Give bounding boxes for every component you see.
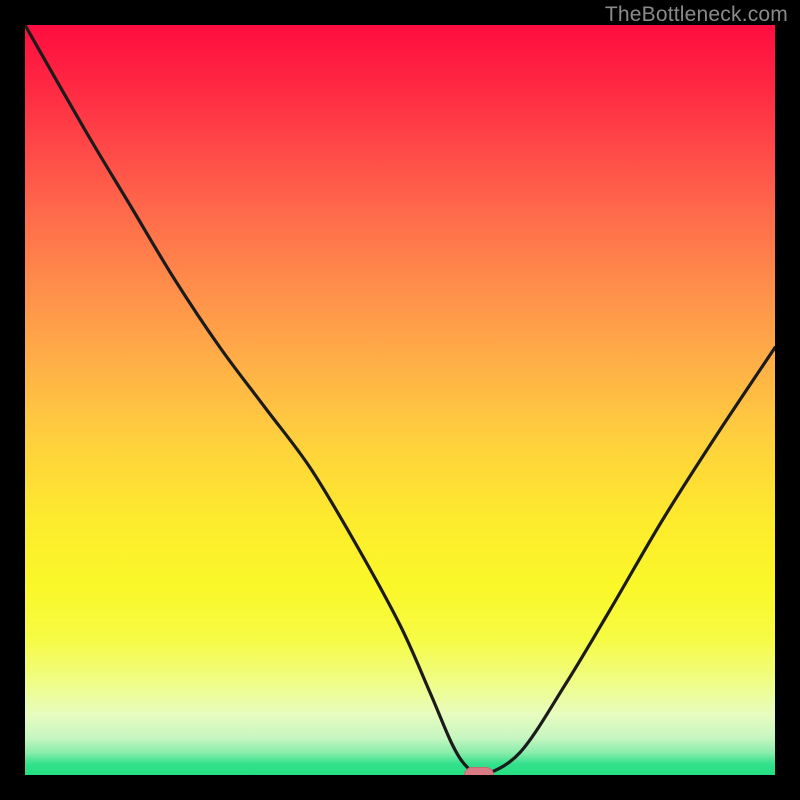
bottleneck-curve bbox=[25, 25, 775, 775]
optimum-marker bbox=[464, 767, 494, 775]
plot-area bbox=[25, 25, 775, 775]
watermark-text: TheBottleneck.com bbox=[605, 3, 788, 27]
